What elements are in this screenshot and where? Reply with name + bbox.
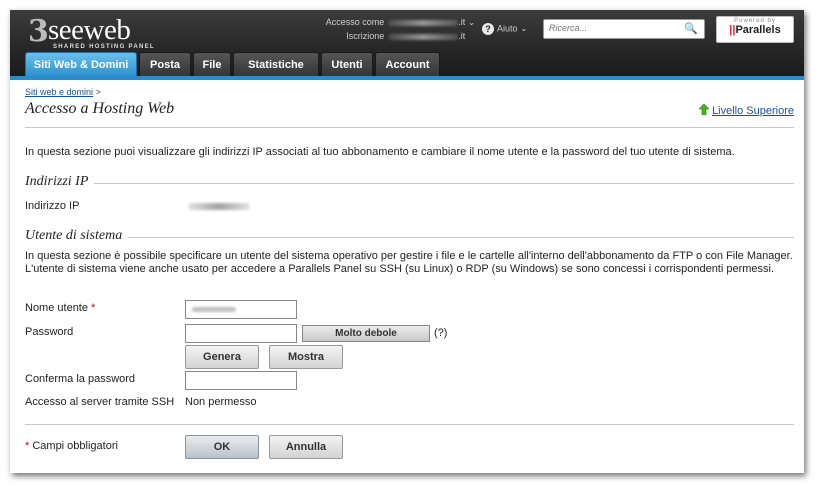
search-icon[interactable]: 🔍 <box>684 22 698 35</box>
strength-help-link[interactable]: (?) <box>434 327 447 339</box>
chevron-down-icon[interactable]: ⌄ <box>468 18 475 27</box>
show-button[interactable]: Mostra <box>269 345 343 369</box>
help-label: Aiuto <box>497 23 518 34</box>
parallels-logo[interactable]: Powered by ||Parallels <box>716 16 794 43</box>
tab-mail[interactable]: Posta <box>139 52 191 78</box>
password-label: Password <box>25 326 74 338</box>
breadcrumb-separator: > <box>95 87 101 97</box>
subscription-label: Iscrizione <box>346 31 385 41</box>
ssh-access-value: Non permesso <box>185 396 257 408</box>
redacted-ip-address <box>188 203 250 210</box>
divider <box>25 424 794 425</box>
search-input[interactable] <box>544 20 679 36</box>
ok-button[interactable]: OK <box>185 435 259 459</box>
logo-name: seeweb <box>48 14 131 46</box>
breadcrumb-link-websites[interactable]: Siti web e domini <box>25 87 93 97</box>
login-as-label: Accesso come <box>325 17 385 27</box>
confirm-password-field[interactable] <box>185 371 297 390</box>
tab-account[interactable]: Account <box>375 52 440 78</box>
tab-statistics[interactable]: Statistiche <box>233 52 319 78</box>
login-as-row[interactable]: Accesso come .it ⌄ <box>310 15 475 29</box>
confirm-password-input[interactable] <box>186 372 296 389</box>
ip-address-label: Indirizzo IP <box>25 200 80 212</box>
help-icon: ? <box>482 23 494 35</box>
required-mark: * <box>91 302 96 314</box>
redacted-username <box>388 19 459 26</box>
breadcrumb: Siti web e domini > <box>25 87 101 97</box>
generate-button[interactable]: Genera <box>185 345 259 369</box>
password-strength-meter: Molto debole <box>302 325 430 342</box>
username-label-row: Nome utente * <box>25 302 95 314</box>
seeweb-logo[interactable]: 3 seeweb SHARED HOSTING PANEL <box>28 14 188 52</box>
help-menu[interactable]: ? Aiuto ⌄ <box>482 23 527 35</box>
ip-section-header: Indirizzi IP <box>25 174 794 190</box>
section-line <box>25 237 794 238</box>
chevron-down-icon: ⌄ <box>520 24 528 34</box>
page-title: Accesso a Hosting Web <box>25 100 175 117</box>
password-input[interactable] <box>186 325 296 342</box>
top-header: 3 seeweb SHARED HOSTING PANEL Accesso co… <box>10 10 804 80</box>
redacted-subscription <box>388 33 459 40</box>
account-info: Accesso come.it⌄ Iscrizione.it⌄ <box>310 15 475 43</box>
password-field[interactable] <box>185 324 297 343</box>
username-field[interactable] <box>185 300 297 319</box>
system-user-description: In questa sezione è possibile specificar… <box>25 250 793 275</box>
ssh-access-label: Accesso al server tramite SSH <box>25 396 175 408</box>
confirm-password-label: Conferma la password <box>25 373 136 385</box>
required-fields-label: Campi obbligatori <box>32 440 118 452</box>
subscription-row[interactable]: Iscrizione.it⌄ <box>310 29 475 43</box>
search-box: 🔍 <box>543 19 705 39</box>
system-user-section-header: Utente di sistema <box>25 228 794 244</box>
logo-mark: 3 <box>28 14 49 49</box>
divider <box>25 127 794 128</box>
redacted-username-value <box>192 307 236 312</box>
cancel-button[interactable]: Annulla <box>269 435 343 459</box>
required-fields-note: * Campi obbligatori <box>25 440 118 452</box>
section-line <box>25 183 794 184</box>
system-user-section-title: Utente di sistema <box>25 228 129 244</box>
arrow-up-icon <box>699 104 710 115</box>
upper-level-link[interactable]: Livello Superiore <box>699 104 794 117</box>
main-content: Siti web e domini > Accesso a Hosting We… <box>10 80 804 473</box>
parallels-name: Parallels <box>735 24 781 36</box>
ip-section-title: Indirizzi IP <box>25 174 95 190</box>
upper-level-label[interactable]: Livello Superiore <box>712 105 794 117</box>
app-window: 3 seeweb SHARED HOSTING PANEL Accesso co… <box>10 10 804 473</box>
username-label: Nome utente <box>25 302 88 314</box>
logo-tagline: SHARED HOSTING PANEL <box>53 44 155 50</box>
tab-files[interactable]: File <box>193 52 231 78</box>
tab-websites-domains[interactable]: Siti Web & Domini <box>25 52 137 78</box>
intro-text: In questa sezione puoi visualizzare gli … <box>25 146 735 158</box>
tab-users[interactable]: Utenti <box>321 52 373 78</box>
